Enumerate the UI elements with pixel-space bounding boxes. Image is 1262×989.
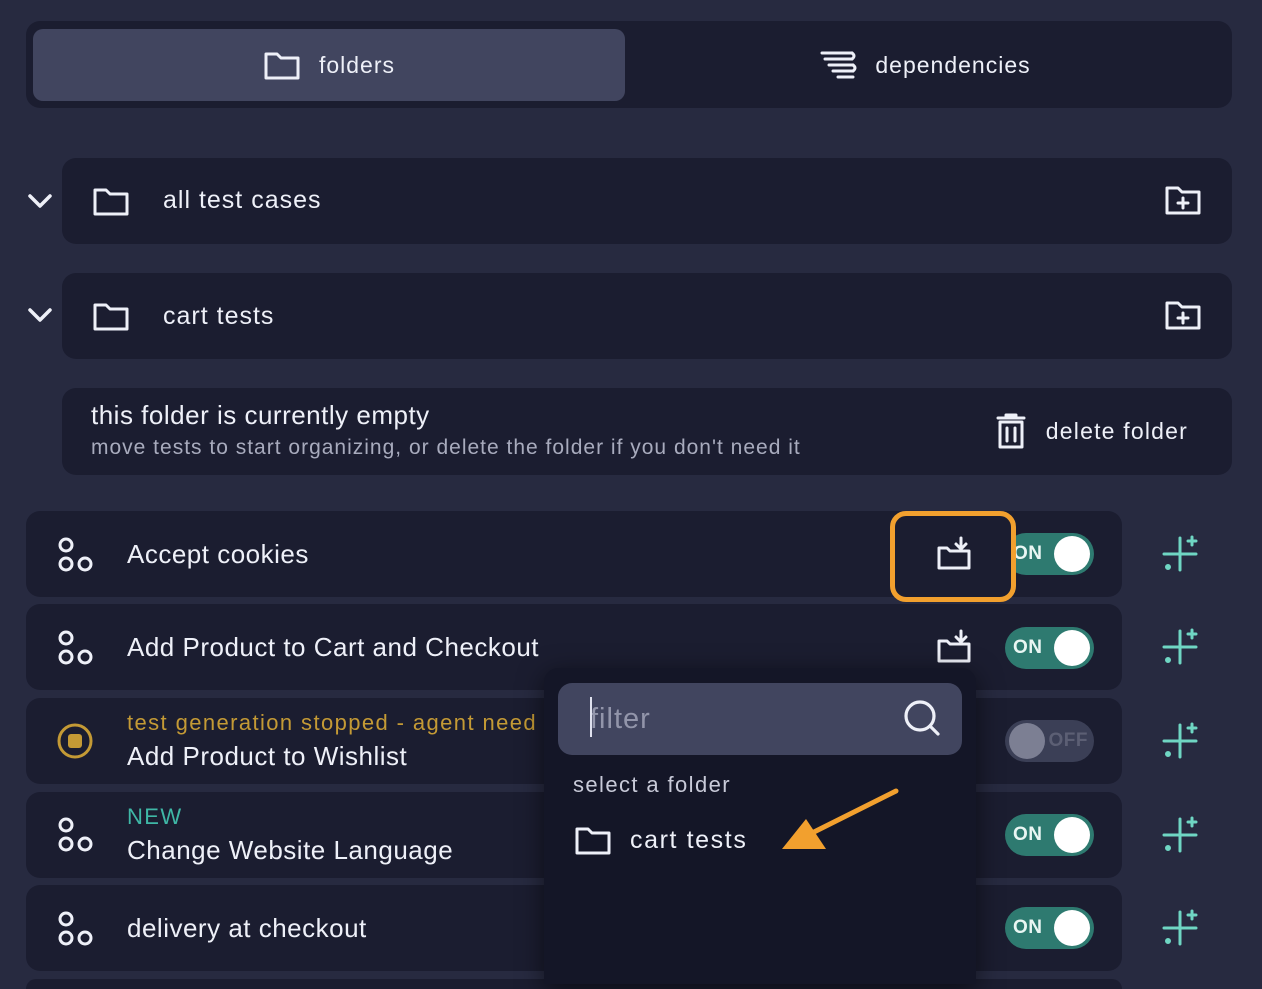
view-tabs: folders dependencies: [26, 21, 1232, 108]
empty-folder-notice: this folder is currently empty move test…: [62, 388, 1232, 475]
enable-toggle[interactable]: ON: [1005, 814, 1094, 856]
dependencies-icon: [819, 49, 857, 81]
add-subfolder-icon[interactable]: [1164, 298, 1202, 332]
enable-toggle[interactable]: OFF: [1005, 720, 1094, 762]
agent-icon: [56, 817, 94, 853]
folder-row-all-test-cases[interactable]: all test cases: [62, 158, 1232, 244]
toggle-label: ON: [1013, 917, 1043, 938]
folder-icon: [263, 49, 301, 81]
move-to-folder-icon[interactable]: [936, 629, 972, 665]
folder-name: all test cases: [163, 186, 322, 214]
sparkle-icon[interactable]: [1160, 815, 1200, 855]
toggle-label: ON: [1013, 637, 1043, 658]
agent-icon: [56, 630, 94, 666]
agent-icon: [56, 537, 94, 573]
toggle-label: OFF: [1048, 730, 1088, 751]
search-icon[interactable]: [902, 698, 942, 738]
toggle-knob: [1054, 630, 1090, 666]
folder-icon: [92, 185, 130, 217]
sparkle-icon[interactable]: [1160, 908, 1200, 948]
filter-field[interactable]: [558, 683, 962, 755]
test-title: Add Product to Cart and Checkout: [127, 632, 540, 662]
agent-icon: [56, 911, 94, 947]
folder-option-label: cart tests: [630, 825, 748, 854]
trash-icon: [996, 412, 1026, 450]
test-title: Add Product to Wishlist: [127, 741, 408, 771]
toggle-label: ON: [1013, 824, 1043, 845]
folder-icon: [92, 300, 130, 332]
tab-dependencies-label: dependencies: [875, 51, 1031, 78]
toggle-label: ON: [1013, 543, 1043, 564]
tab-folders-label: folders: [318, 51, 396, 78]
filter-input[interactable]: [590, 699, 890, 739]
new-badge: NEW: [127, 804, 183, 829]
collapse-cart-tests-chevron-icon[interactable]: [24, 300, 56, 332]
enable-toggle[interactable]: ON: [1005, 627, 1094, 669]
toggle-knob: [1054, 817, 1090, 853]
test-title: Change Website Language: [127, 835, 454, 865]
tab-dependencies[interactable]: dependencies: [625, 29, 1225, 101]
toggle-knob: [1054, 910, 1090, 946]
sparkle-icon[interactable]: [1160, 534, 1200, 574]
test-title: Accept cookies: [127, 539, 309, 569]
arrow-annotation-icon: [776, 783, 906, 853]
select-folder-label: select a folder: [573, 772, 731, 797]
sparkle-icon[interactable]: [1160, 721, 1200, 761]
stop-icon: [56, 722, 94, 760]
folder-icon: [574, 824, 612, 856]
enable-toggle[interactable]: ON: [1005, 533, 1094, 575]
sparkle-icon[interactable]: [1160, 627, 1200, 667]
folder-option-cart-tests[interactable]: cart tests: [574, 824, 747, 856]
add-subfolder-icon[interactable]: [1164, 183, 1202, 217]
test-title: delivery at checkout: [127, 913, 367, 943]
toggle-knob: [1054, 536, 1090, 572]
move-to-folder-dropdown: select a folder cart tests: [544, 668, 976, 984]
empty-folder-title: this folder is currently empty: [91, 400, 430, 430]
test-status: test generation stopped - agent need: [127, 710, 538, 735]
empty-folder-subtitle: move tests to start organizing, or delet…: [91, 436, 801, 459]
collapse-all-test-cases-chevron-icon[interactable]: [24, 186, 56, 218]
toggle-knob: [1009, 723, 1045, 759]
enable-toggle[interactable]: ON: [1005, 907, 1094, 949]
tab-folders[interactable]: folders: [33, 29, 625, 101]
text-cursor: [590, 697, 592, 737]
folder-name: cart tests: [163, 302, 275, 330]
delete-folder-label: delete folder: [1045, 417, 1188, 444]
move-to-folder-icon[interactable]: [936, 536, 972, 572]
folder-row-cart-tests[interactable]: cart tests: [62, 273, 1232, 359]
delete-folder-button[interactable]: delete folder: [996, 412, 1188, 450]
